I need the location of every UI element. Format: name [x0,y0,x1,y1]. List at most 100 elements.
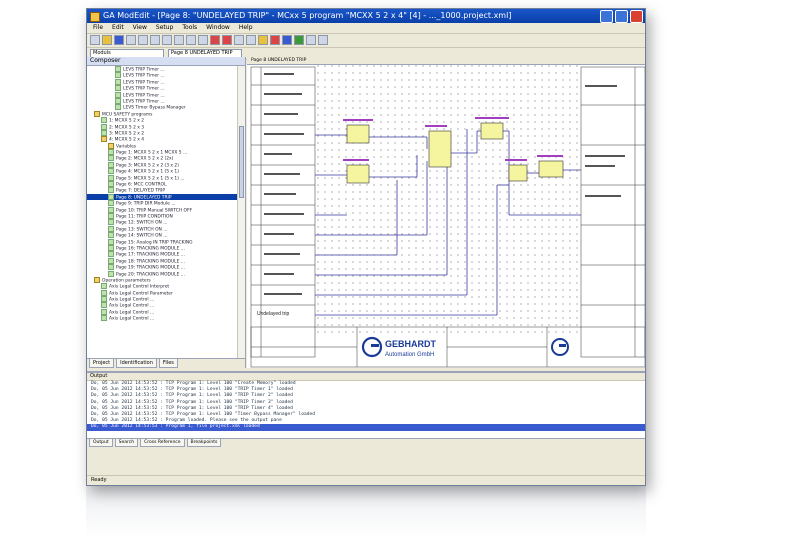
program-page-icon [101,117,107,124]
program-page-icon [115,85,121,92]
window-title: GA ModEdit - [Page 8: "UNDELAYED TRIP" -… [103,11,512,20]
select-icon[interactable] [258,35,268,45]
program-page-icon [108,187,114,194]
program-page-icon [108,244,114,251]
tab-output[interactable]: Output [89,439,113,447]
tab-identification[interactable]: Identification [116,359,157,368]
main-toolbar [87,34,645,48]
folder-icon [94,276,100,283]
maximize-button[interactable] [615,10,628,23]
help-icon[interactable] [318,35,328,45]
text-icon[interactable] [282,35,292,45]
minimize-button[interactable] [600,10,613,23]
panel-header: Composer [87,57,245,66]
copy-icon[interactable] [162,35,172,45]
sheet-note: Undelayed trip [257,311,289,317]
paste-icon[interactable] [174,35,184,45]
save-icon[interactable] [114,35,124,45]
output-tabs: Output Search Cross Reference Breakpoint… [87,438,645,447]
program-page-icon [101,123,107,130]
schematic-editor[interactable]: Page 8 UNDELAYED TRIP GEBHARDT Automatio… [247,57,645,368]
schematic-sheet[interactable]: GEBHARDT Automation GmbH Undelayed trip [247,65,645,368]
tab-files[interactable]: Files [158,359,178,368]
tree-item-label: Axis Legal Control ... [109,316,155,322]
block-icon[interactable] [294,35,304,45]
output-log: Do, 05 Jun 2012 14:53:52 : TCP Program 1… [87,381,645,431]
tab-project[interactable]: Project [89,359,115,368]
program-page-icon [108,181,114,188]
output-panel: Output Do, 05 Jun 2012 14:53:52 : TCP Pr… [87,371,645,447]
menu-help[interactable]: Help [239,23,253,33]
function-block-6[interactable] [538,160,564,178]
program-page-icon [108,219,114,226]
window-reflection [86,486,646,538]
open-icon[interactable] [102,35,112,45]
function-block-2[interactable] [346,164,370,184]
function-block-5[interactable] [508,164,528,182]
function-block-3[interactable] [428,130,452,168]
close-button[interactable] [630,10,643,23]
function-block-1[interactable] [346,124,370,144]
print-icon[interactable] [126,35,136,45]
project-tree-panel: Composer LEVS TRIP Timer ... LEVS TRIP Ti… [87,57,246,368]
screenshot-frame: GA ModEdit - [Page 8: "UNDELAYED TRIP" -… [86,8,646,486]
title-bar[interactable]: GA ModEdit - [Page 8: "UNDELAYED TRIP" -… [87,9,645,23]
compile-icon[interactable] [210,35,220,45]
preview-icon[interactable] [138,35,148,45]
program-page-icon [101,289,107,296]
program-page-icon [108,193,114,200]
program-page-icon [108,206,114,213]
grid-icon[interactable] [306,35,316,45]
program-page-icon [108,225,114,232]
status-bar: Ready [87,475,645,485]
program-page-icon [115,97,121,104]
menu-edit[interactable]: Edit [112,23,124,33]
redo-icon[interactable] [198,35,208,45]
document-tab[interactable]: Page 8 UNDELAYED TRIP [247,57,645,65]
program-page-icon [101,308,107,315]
project-tree: LEVS TRIP Timer ... LEVS TRIP Timer ... LE… [87,66,237,358]
menu-bar: File Edit View Setup Tools Window Help [87,23,645,34]
program-page-icon [101,296,107,303]
program-page-icon [101,302,107,309]
program-page-icon [108,149,114,156]
menu-window[interactable]: Window [206,23,230,33]
menu-file[interactable]: File [93,23,103,33]
folder-icon [94,110,100,117]
program-page-icon [115,72,121,79]
menu-tools[interactable]: Tools [182,23,197,33]
download-icon[interactable] [222,35,232,45]
menu-view[interactable]: View [133,23,147,33]
cut-icon[interactable] [150,35,160,45]
program-page-icon [108,251,114,258]
tab-search[interactable]: Search [114,439,139,447]
wire-icon[interactable] [270,35,280,45]
zoom-out-icon[interactable] [246,35,256,45]
company-name: GEBHARDT [385,339,437,349]
tab-breakpoints[interactable]: Breakpoints [186,439,222,447]
scroll-thumb[interactable] [239,126,244,198]
function-block-4[interactable] [480,122,504,140]
folder-icon [101,136,107,143]
program-page-icon [101,129,107,136]
program-page-icon [101,315,107,322]
window-controls [600,10,643,23]
program-page-icon [115,66,121,72]
new-icon[interactable] [90,35,100,45]
output-line[interactable]: Do, 05 Jun 2012 14:53:53 : Program 1, fi… [87,424,645,431]
tree-scrollbar[interactable] [237,66,245,358]
company-subtitle: Automation GmbH [385,352,434,358]
undo-icon[interactable] [186,35,196,45]
program-page-icon [108,200,114,207]
panel-tabs: Project Identification Files [87,358,245,368]
program-page-icon [108,264,114,271]
zoom-in-icon[interactable] [234,35,244,45]
tree-item[interactable]: Axis Legal Control ... [87,315,237,322]
application-window: GA ModEdit - [Page 8: "UNDELAYED TRIP" -… [86,8,646,486]
program-page-icon [108,161,114,168]
menu-setup[interactable]: Setup [156,23,173,33]
program-page-icon [108,212,114,219]
program-page-icon [115,78,121,85]
tab-cross-reference[interactable]: Cross Reference [140,439,185,447]
program-page-icon [108,232,114,239]
